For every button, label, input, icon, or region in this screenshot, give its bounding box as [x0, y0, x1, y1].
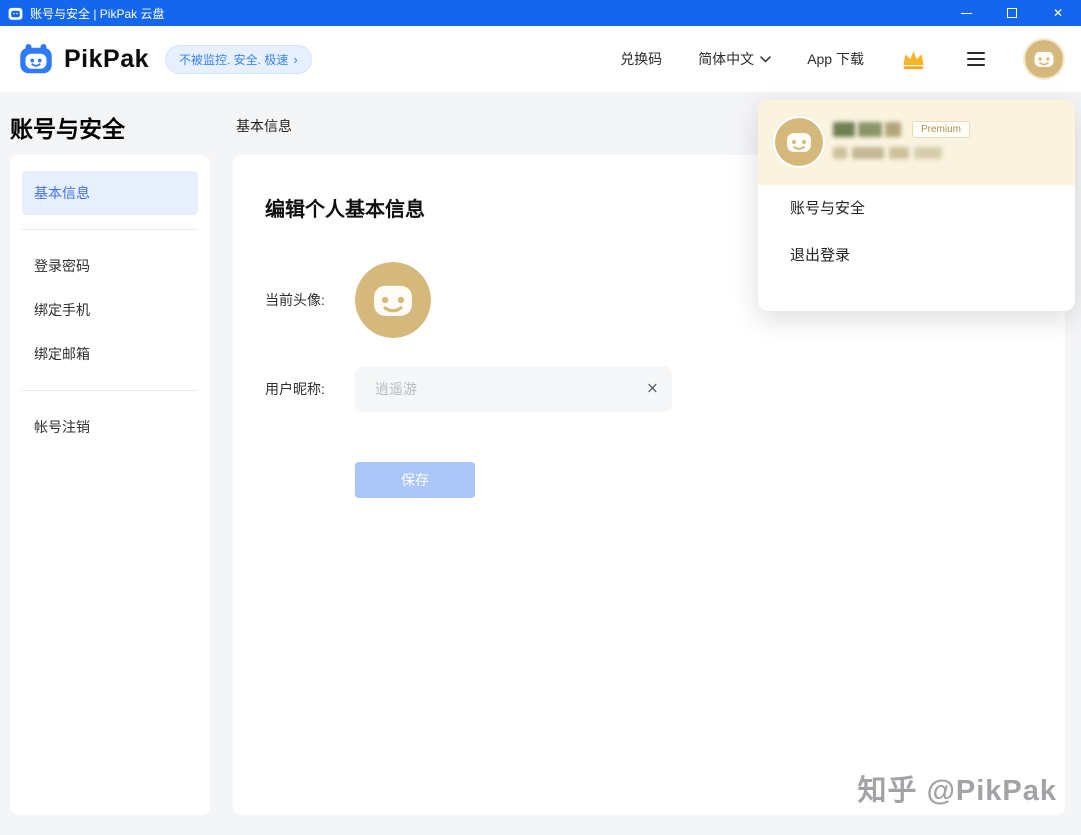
user-menu-popup: Premium 账号与安全 退出登录: [758, 100, 1075, 311]
breadcrumb: 基本信息: [236, 116, 292, 136]
clear-input-button[interactable]: ×: [647, 380, 658, 399]
sidebar-item-bind-phone[interactable]: 绑定手机: [10, 288, 210, 332]
language-label: 简体中文: [698, 49, 754, 69]
page-title: 账号与安全: [10, 110, 125, 144]
header: PikPak 不被监控. 安全. 极速 › 兑换码 简体中文 App 下载: [0, 26, 1081, 92]
menu-item-account-security[interactable]: 账号与安全: [758, 185, 1075, 232]
minimize-button[interactable]: [943, 0, 989, 26]
nickname-input-wrap: ×: [355, 366, 672, 412]
popup-user-info: Premium: [833, 118, 970, 185]
minimize-icon: [961, 13, 972, 14]
slogan-badge[interactable]: 不被监控. 安全. 极速 ›: [165, 45, 312, 74]
close-button[interactable]: ✕: [1035, 0, 1081, 26]
nickname-row: 用户昵称: ×: [265, 366, 1033, 412]
brand-name: PikPak: [64, 45, 149, 74]
app-download-link[interactable]: App 下载: [807, 49, 864, 69]
nickname-label: 用户昵称:: [265, 379, 355, 399]
window-controls: ✕: [943, 0, 1081, 26]
user-avatar[interactable]: [1025, 40, 1063, 78]
titlebar: 账号与安全 | PikPak 云盘 ✕: [0, 0, 1081, 26]
save-button[interactable]: 保存: [355, 462, 475, 498]
menu-item-logout[interactable]: 退出登录: [758, 232, 1075, 279]
window-title: 账号与安全 | PikPak 云盘: [30, 5, 164, 22]
chevron-right-icon: ›: [293, 53, 297, 66]
language-selector[interactable]: 简体中文: [698, 49, 771, 69]
sidebar-item-account-cancellation[interactable]: 帐号注销: [10, 405, 210, 449]
maximize-button[interactable]: [989, 0, 1035, 26]
redacted-username: Premium: [833, 121, 970, 138]
app-icon: [8, 6, 23, 21]
avatar-robot-icon: [355, 262, 431, 338]
menu-icon[interactable]: [963, 48, 989, 70]
slogan-text: 不被监控. 安全. 极速: [179, 51, 288, 68]
sidebar-item-login-password[interactable]: 登录密码: [10, 244, 210, 288]
premium-badge: Premium: [912, 121, 970, 138]
pikpak-logo-icon[interactable]: [18, 41, 54, 77]
popup-user-avatar: [775, 118, 823, 166]
watermark: 知乎 @PikPak: [858, 767, 1057, 809]
header-nav: 兑换码 简体中文 App 下载: [620, 40, 1063, 78]
clear-icon: ×: [647, 379, 658, 400]
avatar-robot-icon: [775, 118, 823, 166]
avatar-robot-icon: [1025, 40, 1063, 78]
user-menu-header: Premium: [758, 100, 1075, 185]
current-avatar[interactable]: [355, 262, 431, 338]
redeem-code-link[interactable]: 兑换码: [620, 49, 662, 69]
redacted-account-detail: [833, 147, 970, 159]
maximize-icon: [1007, 8, 1017, 18]
sidebar-item-bind-email[interactable]: 绑定邮箱: [10, 332, 210, 376]
nickname-input[interactable]: [355, 366, 672, 412]
chevron-down-icon: [760, 56, 771, 63]
premium-crown-icon[interactable]: [900, 46, 927, 73]
divider: [22, 390, 198, 391]
close-icon: ✕: [1053, 6, 1063, 20]
settings-sidebar: 基本信息 登录密码 绑定手机 绑定邮箱 帐号注销: [10, 155, 210, 815]
app-window: 账号与安全 | PikPak 云盘 ✕ PikPak 不被监控. 安全. 极速 …: [0, 0, 1081, 835]
divider: [22, 229, 198, 230]
avatar-label: 当前头像:: [265, 290, 355, 310]
sidebar-item-basic-info[interactable]: 基本信息: [22, 171, 198, 215]
